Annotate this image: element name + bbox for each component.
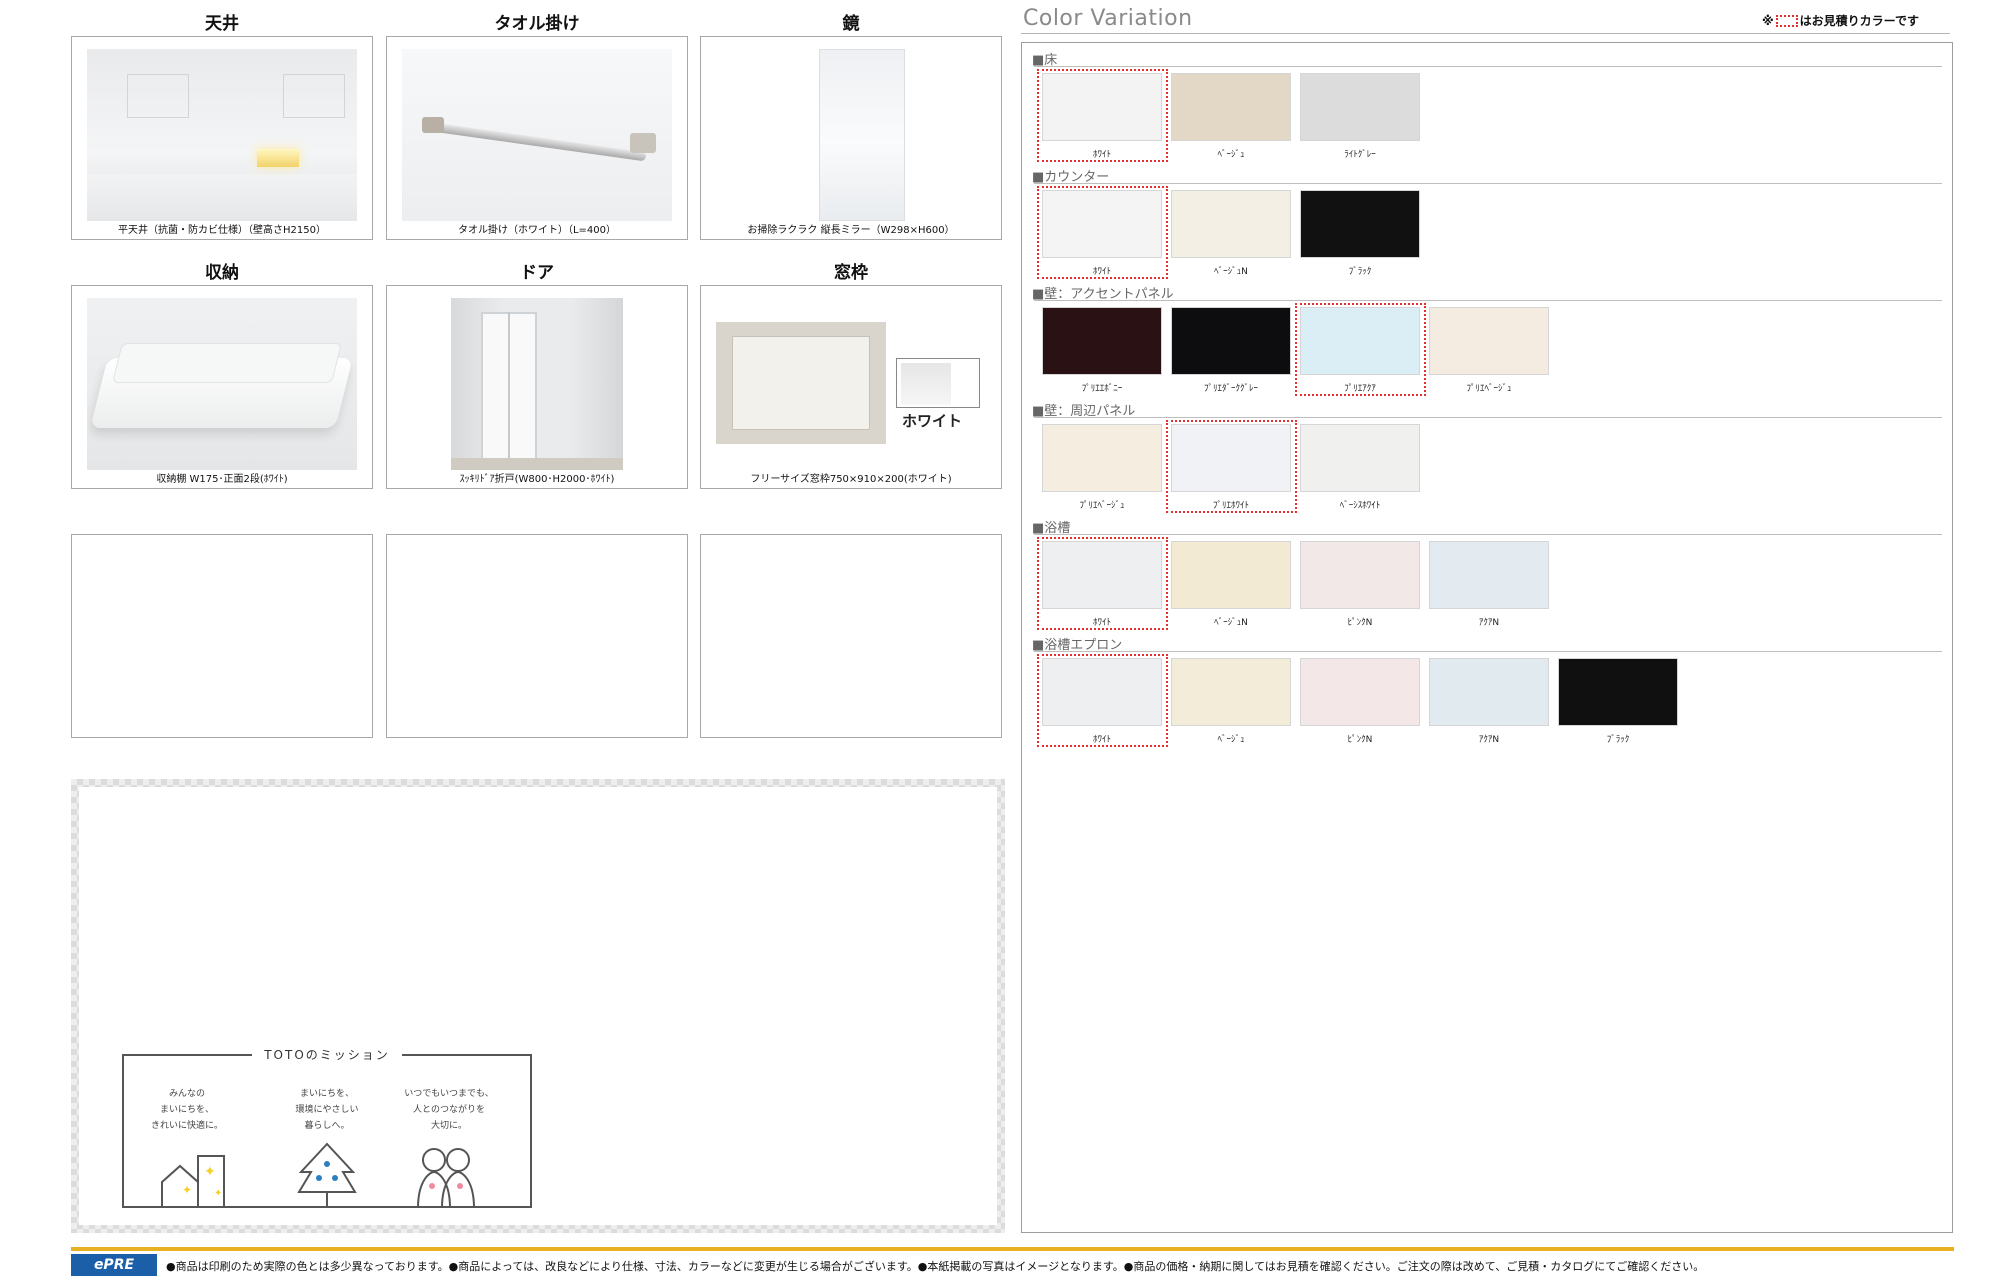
product-card-ceiling: 平天井（抗菌・防カビ仕様）（壁高さH2150） — [71, 36, 373, 240]
product-title-mirror: 鏡 — [842, 14, 860, 34]
house-sparkle-icon: ✦ ✦ ✦ — [161, 1155, 225, 1206]
color-swatch: ﾋﾟﾝｸN — [1300, 541, 1420, 628]
color-swatch: ﾋﾟﾝｸN — [1300, 658, 1420, 745]
window-color-label: ホワイト — [902, 412, 963, 430]
product-card-door: ｽｯｷﾘﾄﾞｱ折戸(W800･H2000･ﾎﾜｲﾄ) — [386, 285, 688, 489]
empty-card — [71, 534, 373, 738]
empty-card — [386, 534, 688, 738]
red-dotted-box-icon — [1775, 15, 1798, 27]
color-swatch: ﾗｲﾄｸﾞﾚｰ — [1300, 73, 1420, 160]
color-variation-title: Color Variation — [1023, 6, 1193, 31]
color-swatch: ﾌﾟﾘｴｴﾎﾞﾆｰ — [1042, 307, 1162, 394]
product-caption: 平天井（抗菌・防カビ仕様）（壁高さH2150） — [118, 225, 326, 236]
mission-column-2: まいにちを、 環境にやさしい 暮らしへ。 — [295, 1089, 359, 1131]
swatch-name: ﾍﾞｰｼﾞｭ — [1217, 735, 1245, 745]
swatch-name: ﾋﾟﾝｸN — [1347, 618, 1373, 628]
section-divider — [1034, 66, 1942, 67]
swatch-name: ﾌﾟﾘｴｴﾎﾞﾆｰ — [1081, 384, 1123, 394]
swatch-name: ﾌﾞﾗｯｸ — [1348, 267, 1372, 277]
swatch-name: ｱｸｱN — [1478, 618, 1500, 628]
product-card-mirror: お掃除ラクラク 縦長ミラー（W298×H600） — [700, 36, 1002, 240]
swatch-name: ﾍﾞｰｼｽﾎﾜｲﾄ — [1339, 501, 1381, 511]
estimate-selection-marker — [1037, 537, 1168, 630]
product-card-towel-bar: タオル掛け（ホワイト）（L=400） — [386, 36, 688, 240]
product-title-ceiling: 天井 — [205, 14, 239, 34]
color-swatch: ｱｸｱN — [1429, 541, 1549, 628]
swatch-name: ﾍﾞｰｼﾞｭN — [1214, 267, 1248, 277]
title-underline — [1021, 33, 1950, 34]
product-title-storage: 収納 — [205, 263, 239, 283]
footer-disclaimer: ●商品は印刷のため実際の色とは多少異なっております。●商品によっては、改良などに… — [166, 1260, 1705, 1273]
color-swatch: ﾌﾟﾘｴﾀﾞｰｸｸﾞﾚｰ — [1171, 307, 1291, 394]
product-title-window-frame: 窓枠 — [834, 263, 868, 283]
color-swatch: ﾍﾞｰｼﾞｭ — [1171, 73, 1291, 160]
window-frame-photo: ホワイト — [716, 298, 986, 470]
storage-shelf-photo — [87, 298, 357, 470]
svg-text:✦: ✦ — [204, 1164, 216, 1180]
window-color-swatch — [896, 358, 980, 408]
swatch-name: ﾌﾟﾘｴﾍﾞｰｼﾞｭ — [1079, 501, 1125, 511]
color-swatch: ﾌﾞﾗｯｸ — [1300, 190, 1420, 277]
section-divider — [1034, 651, 1942, 652]
people-heart-icon — [417, 1148, 475, 1208]
estimate-color-note: ※ はお見積りカラーです — [1762, 14, 1919, 28]
product-title-towel-bar: タオル掛け — [494, 14, 580, 34]
estimate-selection-marker — [1037, 654, 1168, 747]
swatch-name: ﾗｲﾄｸﾞﾚｰ — [1344, 150, 1376, 160]
section-divider — [1034, 300, 1942, 301]
swatch-name: ﾍﾞｰｼﾞｭN — [1214, 618, 1248, 628]
svg-text:✦: ✦ — [214, 1188, 222, 1199]
swatch-name: ﾋﾟﾝｸN — [1347, 735, 1373, 745]
mission-column-1: みんなの まいにちを、 きれいに快適に。 — [150, 1089, 223, 1131]
swatch-name: ﾍﾞｰｼﾞｭ — [1217, 150, 1245, 160]
swatch-name: ﾌﾟﾘｴﾍﾞｰｼﾞｭ — [1466, 384, 1512, 394]
estimate-selection-marker — [1295, 303, 1426, 396]
door-photo — [451, 298, 623, 470]
color-swatch: ﾍﾞｰｼﾞｭN — [1171, 190, 1291, 277]
epre-logo: ePRE — [71, 1254, 157, 1276]
product-caption: タオル掛け（ホワイト）（L=400） — [457, 225, 617, 236]
section-divider — [1034, 534, 1942, 535]
product-card-window-frame: ホワイト フリーサイズ窓枠750×910×200(ホワイト) — [700, 285, 1002, 489]
mission-column-3: いつでもいつまでも、 人とのつながりを 大切に。 — [404, 1089, 494, 1131]
product-caption: フリーサイズ窓枠750×910×200(ホワイト) — [750, 474, 952, 485]
estimate-selection-marker — [1037, 186, 1168, 279]
color-swatch: ﾍﾞｰｼｽﾎﾜｲﾄ — [1300, 424, 1420, 511]
color-swatch: ﾍﾞｰｼﾞｭN — [1171, 541, 1291, 628]
section-divider — [1034, 417, 1942, 418]
footer-accent-bar — [71, 1247, 1954, 1251]
svg-text:✦: ✦ — [182, 1183, 192, 1197]
ceiling-photo — [87, 49, 357, 221]
product-caption: お掃除ラクラク 縦長ミラー（W298×H600） — [747, 225, 955, 236]
color-swatch: ﾌﾟﾘｴﾍﾞｰｼﾞｭ — [1042, 424, 1162, 511]
color-swatch: ｱｸｱN — [1429, 658, 1549, 745]
color-swatch: ﾌﾟﾘｴﾍﾞｰｼﾞｭ — [1429, 307, 1549, 394]
product-caption: ｽｯｷﾘﾄﾞｱ折戸(W800･H2000･ﾎﾜｲﾄ) — [459, 474, 615, 485]
estimate-selection-marker — [1166, 420, 1297, 513]
toto-mission-panel: TOTOのミッション みんなの まいにちを、 きれいに快適に。 まいにちを、 環境にや… — [122, 1048, 532, 1208]
color-swatch: ﾌﾞﾗｯｸ — [1558, 658, 1678, 745]
product-title-door: ドア — [520, 263, 554, 283]
mirror-photo — [716, 49, 986, 221]
towel-bar-photo — [402, 49, 672, 221]
swatch-name: ﾌﾞﾗｯｸ — [1606, 735, 1630, 745]
mission-title: TOTOのミッション — [264, 1048, 390, 1062]
tree-water-icon — [297, 1142, 357, 1208]
product-caption: 収納棚 W175･正面2段(ﾎﾜｲﾄ) — [156, 474, 288, 485]
section-divider — [1034, 183, 1942, 184]
empty-card — [700, 534, 1002, 738]
estimate-selection-marker — [1037, 69, 1168, 162]
color-swatch: ﾍﾞｰｼﾞｭ — [1171, 658, 1291, 745]
swatch-name: ｱｸｱN — [1478, 735, 1500, 745]
product-card-storage: 収納棚 W175･正面2段(ﾎﾜｲﾄ) — [71, 285, 373, 489]
swatch-name: ﾌﾟﾘｴﾀﾞｰｸｸﾞﾚｰ — [1203, 384, 1258, 394]
